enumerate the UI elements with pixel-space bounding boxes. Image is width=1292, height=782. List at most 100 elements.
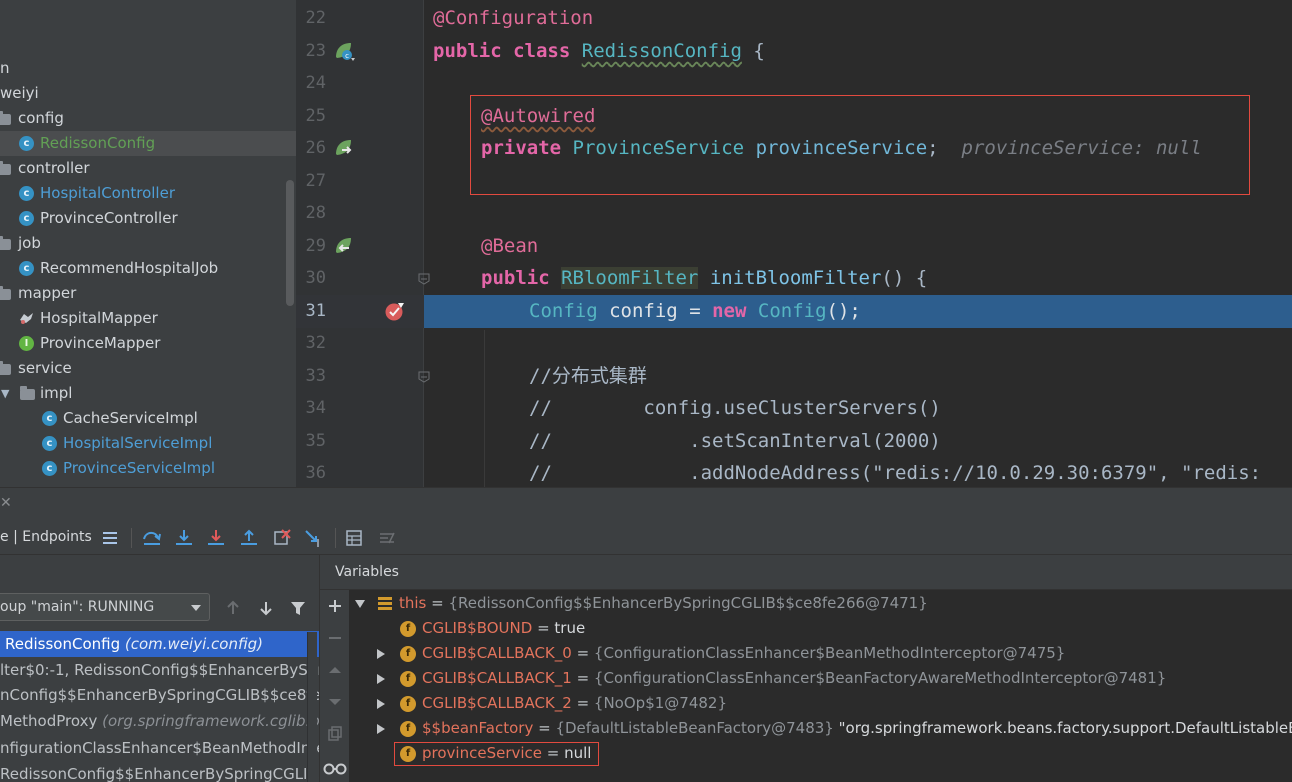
code-line-27[interactable]: 27 [296,165,1292,198]
tree-item-provincemapper[interactable]: I ProvinceMapper [0,331,296,356]
expand-right-icon[interactable] [377,674,385,684]
add-watch-icon[interactable] [326,597,344,615]
tree-item-label: RecommendHospitalJob [40,259,219,277]
frame-item-selected[interactable]: RedissonConfig (com.weiyi.config) [0,631,319,657]
code-line-34[interactable]: 34 // config.useClusterServers() [296,392,1292,425]
tree-item-n[interactable]: n [0,56,296,81]
code-line-32[interactable]: 32 [296,327,1292,360]
glasses-icon[interactable] [323,759,347,777]
variable-name: CGLIB$CALLBACK_0 [422,644,572,662]
frame-item[interactable]: RedissonConfig$$EnhancerBySpringCGLIB$$c… [0,761,319,782]
tree-item-hospitalcontroller[interactable]: c HospitalController [0,181,296,206]
menu-lines-icon[interactable] [99,527,121,549]
tree-item-recommendhospitaljob[interactable]: c RecommendHospitalJob [0,256,296,281]
expand-down-icon[interactable] [355,600,365,608]
step-into-icon[interactable] [173,527,195,549]
variable-row[interactable]: f CGLIB$CALLBACK_0 = {ConfigurationClass… [349,641,1292,666]
punct: ; [927,137,939,159]
move-down-icon[interactable] [326,693,344,711]
evaluate-expression-icon[interactable] [343,527,365,549]
step-out-icon[interactable] [238,527,260,549]
tree-item-controller[interactable]: controller [0,156,296,181]
code-line-25[interactable]: 25 @Autowired [296,100,1292,133]
expand-right-icon[interactable] [377,699,385,709]
expand-right-icon[interactable] [377,724,385,734]
code-line-33[interactable]: 33 //分布式集群 [296,360,1292,393]
fold-icon[interactable] [417,272,431,286]
variable-row[interactable]: f CGLIB$CALLBACK_1 = {ConfigurationClass… [349,666,1292,691]
variable-row-provinceservice[interactable]: f provinceService = null [349,741,1292,766]
frame-item[interactable]: lter$0:-1, RedissonConfig$$EnhancerBySpr… [0,657,319,683]
frame-item[interactable]: nfigurationClassEnhancer$BeanMethodInter… [0,735,319,761]
chevron-down-icon [191,605,201,611]
tree-item-job[interactable]: job [0,231,296,256]
arrow-down-icon[interactable] [257,599,275,617]
tree-item-redissonconfig[interactable]: c RedissonConfig [0,131,296,156]
tree-item-hospitalmapper[interactable]: HospitalMapper [0,306,296,331]
keyword: private [481,137,562,159]
variable-row[interactable]: f CGLIB$CALLBACK_2 = {NoOp$1@7482} [349,691,1292,716]
arrow-up-icon[interactable] [224,599,242,617]
tree-item-service[interactable]: service [0,356,296,381]
tree-item-cacheserviceimpl[interactable]: c CacheServiceImpl [0,406,296,431]
spring-bean-icon[interactable]: c [333,40,355,62]
tree-item-impl[interactable]: ▼ impl [0,381,296,406]
code-text: @Bean [481,230,538,262]
code-line-35[interactable]: 35 // .setScanInterval(2000) [296,425,1292,458]
tree-item-provinceserviceimpl[interactable]: c ProvinceServiceImpl [0,456,296,481]
code-line-26[interactable]: 26 private ProvinceService provinceServi… [296,132,1292,165]
frames-scrollbar[interactable] [307,632,317,782]
field-icon: f [400,746,416,762]
filter-icon[interactable] [289,599,307,617]
annotation: @Autowired [481,105,596,127]
run-to-cursor-icon[interactable] [303,527,325,549]
tree-item-hospitalserviceimpl[interactable]: c HospitalServiceImpl [0,431,296,456]
code-comment: // config.useClusterServers() [529,397,941,419]
breakpoint-icon[interactable] [384,300,406,322]
variable-row[interactable]: f $$beanFactory = {DefaultListableBeanFa… [349,716,1292,741]
frame-item[interactable]: nConfig$$EnhancerBySpringCGLIB$$ce8fe266 [0,682,319,708]
inline-debug-hint: provinceService: null [961,137,1202,159]
code-line-30[interactable]: 30 public RBloomFilter initBloomFilter()… [296,262,1292,295]
code-line-31-current[interactable]: 31 Config config = new Config(); [296,295,1292,328]
variable-row[interactable]: f CGLIB$BOUND = true [349,616,1292,641]
tree-item-label: HospitalServiceImpl [63,434,213,452]
copy-icon[interactable] [326,725,344,743]
trace-stream-icon[interactable] [376,527,398,549]
expand-arrow-icon[interactable]: ▼ [1,381,13,406]
line-number: 27 [305,171,326,191]
thread-selector-dropdown[interactable]: oup "main": RUNNING [0,593,210,621]
class-icon: c [42,436,57,451]
svg-text:c: c [345,52,349,60]
autowired-bean-icon[interactable] [333,137,355,159]
fold-icon[interactable] [417,370,431,384]
variables-tree[interactable]: this = {RedissonConfig$$EnhancerBySpring… [349,590,1292,782]
code-line-28[interactable]: 28 [296,197,1292,230]
frame-method: MethodProxy [0,712,98,730]
code-line-24[interactable]: 24 [296,67,1292,100]
code-line-36[interactable]: 36 // .addNodeAddress("redis://10.0.29.3… [296,457,1292,490]
step-over-icon[interactable] [141,527,163,549]
close-icon[interactable]: ✕ [0,495,12,511]
variable-label: provinceService = null [422,741,591,766]
tree-item-weiyi[interactable]: weiyi [0,81,296,106]
tree-item-provincecontroller[interactable]: c ProvinceController [0,206,296,231]
tree-item-mapper[interactable]: mapper [0,281,296,306]
frame-item[interactable]: MethodProxy (org.springframework.cglib.p… [0,708,319,734]
bean-method-icon[interactable] [333,235,355,257]
debugger-endpoints-tab[interactable]: e | Endpoints [0,529,92,545]
drop-frame-icon[interactable] [271,527,293,549]
move-up-icon[interactable] [326,661,344,679]
expand-right-icon[interactable] [377,649,385,659]
code-line-29[interactable]: 29 @Bean [296,230,1292,263]
keyword: class [513,40,571,62]
code-line-23[interactable]: 23 c public class RedissonConfig { [296,35,1292,68]
line-number: 22 [305,8,326,28]
tree-item-config[interactable]: config [0,106,296,131]
line-number: 29 [305,236,326,256]
code-line-22[interactable]: 22 @Configuration [296,2,1292,35]
force-step-into-icon[interactable] [205,527,227,549]
tree-scrollbar[interactable] [286,180,294,306]
remove-watch-icon[interactable] [326,629,344,647]
variable-row-this[interactable]: this = {RedissonConfig$$EnhancerBySpring… [349,591,1292,616]
